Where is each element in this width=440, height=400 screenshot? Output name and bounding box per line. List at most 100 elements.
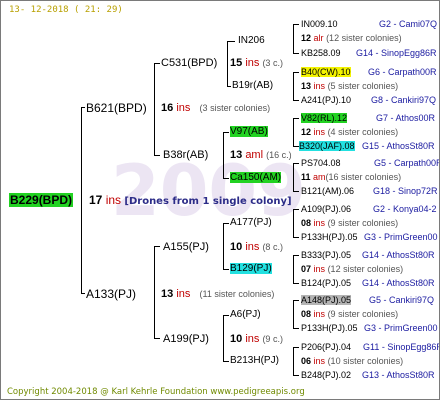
dam-ins-line: 13 ins (11 sister colonies) bbox=[161, 288, 274, 300]
pedigree-chart: 2009 13- 12-2018 ( 21: 29) B229(BPD) 17 … bbox=[0, 0, 440, 400]
ins-count: 13 bbox=[230, 149, 243, 161]
queen-row[interactable]: B320(JAF).08 bbox=[299, 140, 355, 152]
queen-a155[interactable]: A155(PJ) bbox=[163, 241, 209, 253]
queen-row[interactable]: B121(AM).06 bbox=[301, 185, 354, 197]
queen-ca150[interactable]: Ca150(AM) bbox=[230, 172, 282, 184]
queen-row[interactable]: P133H(PJ).05 bbox=[301, 322, 358, 334]
queen-id[interactable]: IN206 bbox=[238, 35, 265, 46]
dam-queen[interactable]: A133(PJ) bbox=[86, 288, 136, 300]
queen-id[interactable]: A155(PJ) bbox=[163, 241, 209, 253]
queen-id[interactable]: A177(PJ) bbox=[230, 217, 272, 228]
queen-c531[interactable]: C531(BPD) bbox=[161, 57, 217, 69]
connector bbox=[154, 63, 155, 155]
queen-id[interactable]: B40(CW).10 bbox=[301, 67, 351, 77]
lineage-label: G13 - AthosSt80R bbox=[362, 370, 435, 380]
ins-label: ins bbox=[313, 127, 326, 137]
queen-row[interactable]: B248(PJ).02 bbox=[301, 369, 351, 381]
connector bbox=[293, 347, 299, 348]
queen-v97[interactable]: V97(AB) bbox=[230, 126, 268, 138]
queen-id[interactable]: P206(PJ).04 bbox=[301, 342, 351, 352]
connector bbox=[293, 347, 294, 375]
queen-row[interactable]: A241(PJ).10 bbox=[301, 94, 351, 106]
queen-id[interactable]: A6(PJ) bbox=[230, 309, 261, 320]
connector bbox=[293, 100, 299, 101]
sister-count: (12 sister colonies) bbox=[327, 264, 404, 274]
queen-id[interactable]: B333(PJ).05 bbox=[301, 250, 351, 260]
connector bbox=[154, 155, 160, 156]
ins-label: ins bbox=[313, 309, 326, 319]
dam-ins: 13 bbox=[161, 288, 174, 300]
queen-row[interactable]: KB258.09 bbox=[301, 47, 341, 59]
queen-id[interactable]: A199(PJ) bbox=[163, 333, 209, 345]
connector bbox=[293, 237, 299, 238]
queen-row[interactable]: A148(PJ).05 bbox=[301, 294, 352, 306]
queen-row[interactable]: B124(PJ).05 bbox=[301, 277, 351, 289]
root-ins: 17 bbox=[89, 193, 103, 207]
queen-id[interactable]: B129(PJ) bbox=[230, 263, 272, 274]
connector bbox=[227, 86, 231, 87]
sire-sisters: (3 sister colonies) bbox=[200, 103, 271, 113]
dam-id[interactable]: A133(PJ) bbox=[86, 287, 136, 301]
sire-queen[interactable]: B621(BPD) bbox=[86, 102, 147, 114]
sire-ins-label: ins bbox=[176, 102, 191, 114]
ins-label: am bbox=[313, 172, 326, 182]
queen-id[interactable]: B248(PJ).02 bbox=[301, 370, 351, 380]
lineage-label: G2 - Cami07Q bbox=[379, 19, 438, 29]
queen-id[interactable]: P133H(PJ).05 bbox=[301, 232, 358, 242]
queen-id[interactable]: B19r(AB) bbox=[232, 80, 273, 91]
queen-a177[interactable]: A177(PJ) bbox=[230, 217, 272, 229]
queen-b213h[interactable]: B213H(PJ) bbox=[230, 355, 279, 367]
connector bbox=[154, 63, 160, 64]
queen-id[interactable]: B121(AM).06 bbox=[301, 186, 354, 196]
root-queen[interactable]: B229(BPD) bbox=[9, 193, 74, 207]
queen-id[interactable]: V82(RL).12 bbox=[301, 113, 348, 123]
queen-row[interactable]: IN009.10 bbox=[301, 18, 338, 30]
queen-b129[interactable]: B129(PJ) bbox=[230, 263, 272, 275]
sis-num: 11 bbox=[202, 289, 212, 299]
connector bbox=[293, 255, 299, 256]
ins-row: 11 am(16 sister colonies) bbox=[301, 171, 401, 183]
queen-id[interactable]: V97(AB) bbox=[230, 126, 268, 137]
queen-row[interactable]: B333(PJ).05 bbox=[301, 249, 351, 261]
queen-id[interactable]: Ca150(AM) bbox=[230, 172, 282, 183]
queen-row[interactable]: P133H(PJ).05 bbox=[301, 231, 358, 243]
lineage-label: G14 - SinopEgg86R bbox=[356, 48, 437, 58]
queen-b19r[interactable]: B19r(AB) bbox=[232, 80, 273, 92]
root-id[interactable]: B229(BPD) bbox=[9, 193, 74, 207]
queen-id[interactable]: P133H(PJ).05 bbox=[301, 323, 358, 333]
queen-id[interactable]: C531(BPD) bbox=[161, 57, 217, 69]
sister-count: (3 c.) bbox=[262, 58, 283, 68]
queen-row[interactable]: V82(RL).12 bbox=[301, 112, 348, 124]
ins-count: 06 bbox=[301, 356, 312, 366]
queen-id[interactable]: B320(JAF).08 bbox=[299, 141, 355, 151]
queen-in206[interactable]: IN206 bbox=[238, 35, 265, 47]
lineage-label: G11 - SinopEgg86R bbox=[363, 342, 440, 352]
queen-id[interactable]: A109(PJ).06 bbox=[301, 204, 351, 214]
queen-a6[interactable]: A6(PJ) bbox=[230, 309, 261, 321]
queen-id[interactable]: B124(PJ).05 bbox=[301, 278, 351, 288]
sire-id[interactable]: B621(BPD) bbox=[86, 101, 147, 115]
queen-row[interactable]: B40(CW).10 bbox=[301, 66, 351, 78]
queen-b38r[interactable]: B38r(AB) bbox=[163, 149, 208, 161]
queen-a199[interactable]: A199(PJ) bbox=[163, 333, 209, 345]
ins-row: 12 ins (4 sister colonies) bbox=[301, 126, 398, 138]
queen-id[interactable]: B213H(PJ) bbox=[230, 355, 279, 366]
ins-label: ins bbox=[313, 356, 326, 366]
queen-id[interactable]: PS704.08 bbox=[301, 158, 341, 168]
queen-id[interactable]: A148(PJ).05 bbox=[301, 295, 352, 305]
connector bbox=[293, 255, 294, 283]
connector bbox=[223, 223, 224, 269]
lineage-label: G7 - Athos00R bbox=[376, 113, 436, 123]
queen-id[interactable]: B38r(AB) bbox=[163, 149, 208, 161]
sis-post: sister colonies) bbox=[207, 103, 271, 113]
queen-id[interactable]: IN009.10 bbox=[301, 19, 338, 29]
lineage-label: G18 - Sinop72R bbox=[373, 186, 438, 196]
queen-id[interactable]: A241(PJ).10 bbox=[301, 95, 351, 105]
queen-row[interactable]: A109(PJ).06 bbox=[301, 203, 351, 215]
queen-id[interactable]: KB258.09 bbox=[301, 48, 341, 58]
connector bbox=[293, 24, 294, 53]
queen-row[interactable]: PS704.08 bbox=[301, 157, 341, 169]
queen-row[interactable]: P206(PJ).04 bbox=[301, 341, 351, 353]
connector bbox=[293, 328, 299, 329]
ins-row: 12 alr (12 sister colonies) bbox=[301, 32, 402, 44]
